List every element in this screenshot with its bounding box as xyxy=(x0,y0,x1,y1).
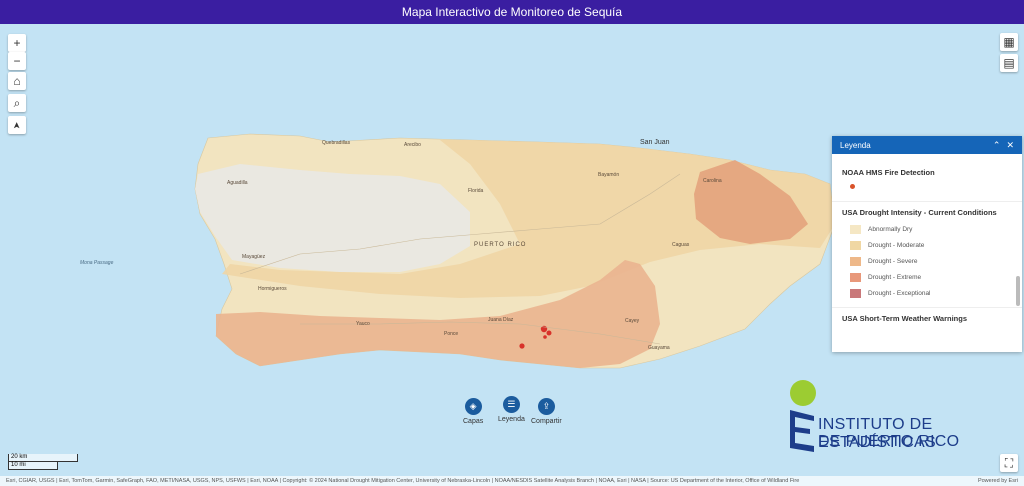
search-icon: ⌕ xyxy=(13,95,21,110)
legend-widget-button[interactable]: ☰ Leyenda xyxy=(498,396,525,423)
legend-drought-item: Drought - Moderate xyxy=(832,237,1022,253)
grid-button[interactable]: ▦ xyxy=(1000,33,1018,51)
drought-label: Abnormally Dry xyxy=(868,225,913,233)
home-icon: ⌂ xyxy=(13,74,21,88)
map-label-bayamon: Bayamón xyxy=(598,172,620,178)
legend-drought-section-title: USA Drought Intensity - Current Conditio… xyxy=(842,208,997,217)
attribution-bar: Esri, CGIAR, USGS | Esri, TomTom, Garmin… xyxy=(0,476,1024,486)
map-label-florida: Florida xyxy=(468,188,484,194)
map-label-quebradillas: Quebradillas xyxy=(322,140,351,146)
map-label-ponce: Ponce xyxy=(444,331,459,337)
fire-detection-point xyxy=(543,335,547,339)
share-label: Compartir xyxy=(531,418,562,425)
institute-logo-dot xyxy=(790,380,816,406)
map-label-guayama: Guayama xyxy=(648,345,670,351)
layers-label: Capas xyxy=(463,418,484,425)
legend-weather-section-title: USA Short-Term Weather Warnings xyxy=(842,314,968,323)
fire-dot-icon xyxy=(850,183,855,189)
map-label-arecibo: Arecibo xyxy=(404,142,421,148)
fire-detection-point xyxy=(546,330,552,336)
zoom-out-icon: − xyxy=(13,54,21,68)
drought-swatch xyxy=(850,288,861,298)
search-button[interactable]: ⌕ xyxy=(8,94,26,112)
scale-mi: 10 mi xyxy=(8,462,58,470)
drought-swatch xyxy=(850,256,861,266)
legend-list-icon: ☰ xyxy=(502,396,520,413)
legend-scrollbar[interactable] xyxy=(1016,276,1020,306)
map-label-aguadilla: Aguadilla xyxy=(227,180,248,186)
legend-fire-item xyxy=(832,177,1022,195)
legend-drought-item: Abnormally Dry xyxy=(832,221,1022,237)
legend-drought-item: Drought - Severe xyxy=(832,253,1022,269)
zoom-out-button[interactable]: − xyxy=(8,52,26,70)
scale-bar: 20 km 10 mi xyxy=(8,454,80,470)
map-label-yauco: Yauco xyxy=(356,321,370,327)
scale-km: 20 km xyxy=(8,454,78,462)
map-label-mayaguez: Mayagüez xyxy=(242,254,266,260)
institute-logo-mark xyxy=(790,410,814,452)
legend-drought-list: Abnormally Dry Drought - Moderate Drought … xyxy=(832,221,1022,301)
attribution-text: Esri, CGIAR, USGS | Esri, TomTom, Garmin… xyxy=(6,478,800,484)
grid-icon: ▦ xyxy=(1003,35,1015,49)
legend-title: Leyenda xyxy=(840,140,871,150)
share-widget-button[interactable]: ⇪ Compartir xyxy=(531,398,562,425)
map-label-juana-diaz: Juana Díaz xyxy=(488,317,514,323)
fullscreen-icon: ⛶ xyxy=(1004,455,1014,470)
drought-label: Drought - Moderate xyxy=(868,241,925,249)
fire-detection-point xyxy=(519,343,525,349)
legend-header: Leyenda ⌃ ✕ xyxy=(832,136,1022,154)
map-label-san-juan: San Juan xyxy=(640,139,670,146)
basemap-button[interactable]: ▤ xyxy=(1000,54,1018,72)
app-title-bar: Mapa Interactivo de Monitoreo de Sequía xyxy=(0,0,1024,24)
legend-fire-section-title: NOAA HMS Fire Detection xyxy=(842,168,935,177)
map-label-puerto-rico: PUERTO RICO xyxy=(474,242,527,248)
compass-icon: ➤ xyxy=(11,121,22,129)
drought-label: Drought - Exceptional xyxy=(868,289,931,297)
map-label-mona-passage: Mona Passage xyxy=(80,260,114,266)
zoom-in-button[interactable]: + xyxy=(8,34,26,52)
legend-drought-item: Drought - Exceptional xyxy=(832,285,1022,301)
powered-by-text[interactable]: Powered by Esri xyxy=(978,478,1018,484)
legend-panel: Leyenda ⌃ ✕ NOAA HMS Fire Detection USA … xyxy=(832,136,1022,352)
drought-swatch xyxy=(850,224,861,234)
share-icon: ⇪ xyxy=(537,398,555,415)
app-title: Mapa Interactivo de Monitoreo de Sequía xyxy=(401,5,623,19)
legend-widget-label: Leyenda xyxy=(498,416,525,423)
layers-icon: ◈ xyxy=(464,398,482,415)
map-label-hormigueros: Hormigueros xyxy=(258,286,287,292)
drought-swatch xyxy=(850,240,861,250)
collapse-icon[interactable]: ⌃ xyxy=(993,140,1001,151)
compass-button[interactable]: ➤ xyxy=(8,116,26,134)
map-label-caguas: Caguas xyxy=(672,242,690,248)
map-label-carolina: Carolina xyxy=(703,178,722,184)
close-icon[interactable]: ✕ xyxy=(1006,140,1014,151)
drought-label: Drought - Severe xyxy=(868,257,918,265)
fullscreen-button[interactable]: ⛶ xyxy=(1000,454,1018,472)
map-label-cayey: Cayey xyxy=(625,318,640,324)
map-view[interactable]: San Juan Quebradillas Arecibo Aguadilla … xyxy=(0,24,1024,486)
zoom-in-icon: + xyxy=(13,36,21,50)
institute-name-line2: DE PUERTO RICO xyxy=(818,433,960,450)
legend-drought-item: Drought - Extreme xyxy=(832,269,1022,285)
drought-swatch xyxy=(850,272,861,282)
basemap-icon: ▤ xyxy=(1003,56,1015,70)
home-button[interactable]: ⌂ xyxy=(8,72,26,90)
drought-label: Drought - Extreme xyxy=(868,273,922,281)
layers-widget-button[interactable]: ◈ Capas xyxy=(463,398,483,425)
